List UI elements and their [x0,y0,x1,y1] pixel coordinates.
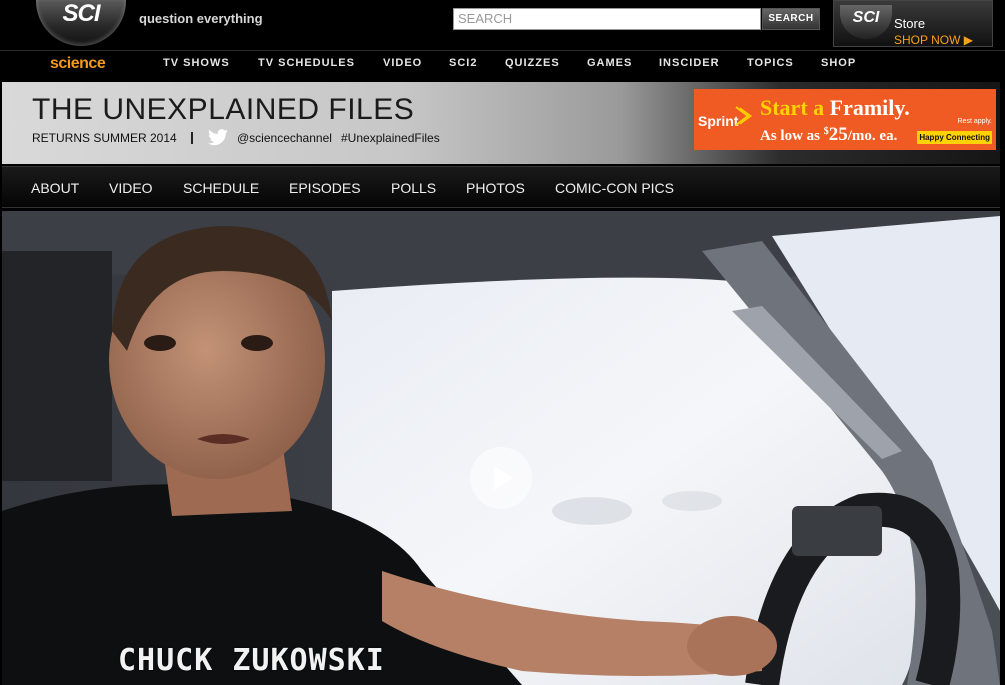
nav-item-quizzes[interactable]: QUIZZES [505,57,560,69]
video-player[interactable]: CHUCK ZUKOWSKI [2,211,1000,685]
tab-about[interactable]: ABOUT [31,180,79,196]
hashtag-link[interactable]: #UnexplainedFiles [341,131,440,145]
ad-headline: Start a Framily. [760,95,910,121]
tab-video[interactable]: VIDEO [109,180,153,196]
search-button[interactable]: SEARCH [762,8,820,30]
nav-item-sci2[interactable]: SCI2 [449,57,477,69]
divider [191,132,193,144]
store-logo: SCI [840,5,892,39]
sci-logo-text: SCI [62,0,100,27]
tab-polls[interactable]: POLLS [391,180,436,196]
shop-now-link[interactable]: SHOP NOW ▶ [894,33,973,47]
ad-fine-print: Rest apply. [957,118,993,125]
ad-headline-a: Start a [760,95,830,120]
tab-schedule[interactable]: SCHEDULE [183,180,259,196]
sprint-ad-banner[interactable]: Sprint Start a Framily. As low as $25/mo… [694,89,996,150]
tab-photos[interactable]: PHOTOS [466,180,525,196]
store-promo[interactable]: SCI Store SHOP NOW ▶ [833,0,993,47]
top-bar: SCI question everything SEARCH SEARCH SC… [0,0,1005,79]
ad-subline: As low as $25/mo. ea. [760,124,897,146]
sprint-logo-icon [735,106,753,126]
ad-sub-b: /mo. ea. [847,128,898,144]
twitter-handle-link[interactable]: @sciencechannel [237,131,332,145]
ad-sub-a: As low as [760,128,824,144]
ad-price: 25 [828,124,848,145]
play-button[interactable] [470,447,532,509]
nav-item-topics[interactable]: TOPICS [747,57,794,69]
nav-item-games[interactable]: GAMES [587,57,632,69]
nav-item-tv-schedules[interactable]: TV SCHEDULES [258,57,355,69]
science-logo[interactable]: science [50,55,106,73]
nav-item-inscider[interactable]: INSCIDER [659,57,720,69]
divider [0,50,1005,51]
nav-item-tv-shows[interactable]: TV SHOWS [163,57,230,69]
store-label: Store [894,16,926,31]
nav-item-shop[interactable]: SHOP [821,57,856,69]
twitter-icon[interactable] [207,129,229,147]
ad-badge: Happy Connecting [917,131,992,144]
ad-brand: Sprint [698,113,739,129]
tab-episodes[interactable]: EPISODES [289,180,361,196]
show-nav: ABOUT VIDEO SCHEDULE EPISODES POLLS PHOT… [2,166,1000,208]
page-title: THE UNEXPLAINED FILES [32,93,415,126]
tab-comic-con-pics[interactable]: COMIC-CON PICS [555,180,674,196]
ad-headline-b: Framily. [829,95,910,120]
sci-logo[interactable]: SCI [36,0,126,46]
video-caption: CHUCK ZUKOWSKI [118,643,385,678]
nav-item-video[interactable]: VIDEO [383,57,422,69]
return-date: RETURNS SUMMER 2014 [32,131,177,145]
search-input[interactable]: SEARCH [453,8,761,30]
play-icon [494,466,513,490]
site-tagline: question everything [139,11,263,26]
